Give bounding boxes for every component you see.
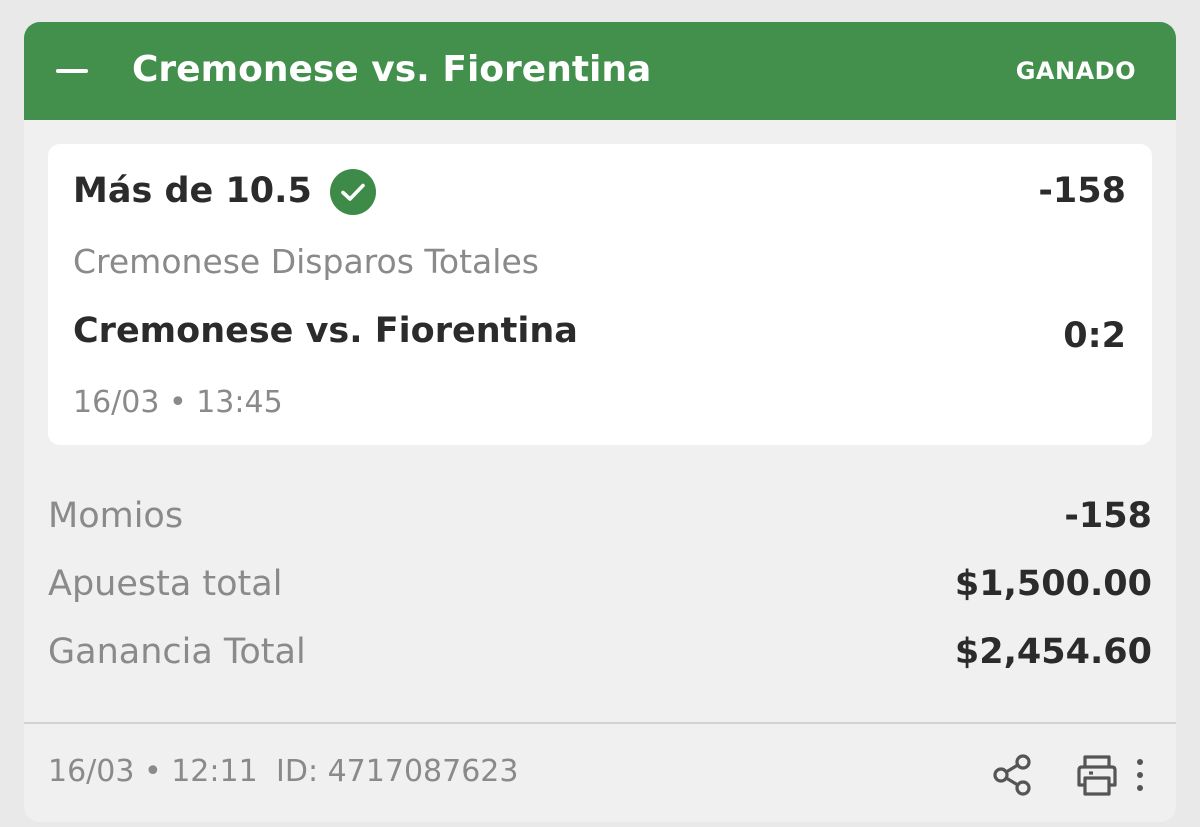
selection-event: Cremonese vs. Fiorentina (73, 311, 578, 351)
summary-payout-value: $2,454.60 (954, 632, 1152, 672)
summary-stake-row: Apuesta total $1,500.00 (48, 560, 1152, 608)
bet-id: ID: 4717087623 (276, 754, 519, 789)
summary-payout-row: Ganancia Total $2,454.60 (48, 628, 1152, 676)
selection-card: Más de 10.5 -158 Cremonese Disparos Tota… (48, 144, 1152, 445)
footer-divider (24, 722, 1176, 724)
selection-score: 0:2 (1063, 316, 1126, 356)
collapse-button[interactable] (54, 56, 94, 86)
placed-datetime: 16/03 • 12:11 (48, 754, 258, 789)
selection-datetime: 16/03 • 13:45 (73, 385, 283, 420)
share-button[interactable] (990, 752, 1036, 798)
bet-card: Cremonese vs. Fiorentina GANADO Más de 1… (24, 22, 1176, 822)
summary-odds-value: -158 (1064, 496, 1152, 536)
event-title: Cremonese vs. Fiorentina (132, 49, 652, 90)
selection-name: Más de 10.5 (73, 171, 312, 211)
bet-header[interactable]: Cremonese vs. Fiorentina GANADO (24, 22, 1176, 120)
more-button[interactable] (1132, 754, 1148, 796)
selection-odds: -158 (1038, 171, 1126, 211)
selection-market: Cremonese Disparos Totales (73, 242, 539, 281)
more-vertical-icon (1137, 759, 1143, 791)
summary-odds-row: Momios -158 (48, 492, 1152, 540)
share-icon (993, 754, 1031, 796)
minus-icon (56, 69, 88, 73)
summary-stake-value: $1,500.00 (954, 564, 1152, 604)
summary-stake-label: Apuesta total (48, 564, 283, 604)
print-button[interactable] (1072, 752, 1122, 798)
bet-status: GANADO (1015, 57, 1136, 85)
summary-payout-label: Ganancia Total (48, 632, 306, 672)
check-circle-icon (330, 169, 376, 215)
summary-odds-label: Momios (48, 496, 184, 536)
print-icon (1077, 755, 1117, 796)
